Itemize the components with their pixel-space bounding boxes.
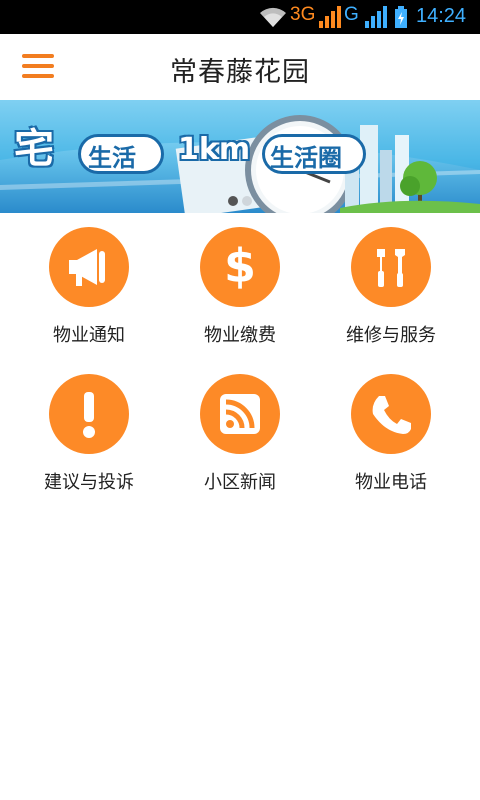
grid-item-label: 建议与投诉 <box>44 472 134 493</box>
grid-item-news[interactable]: 小区新闻 <box>165 360 315 500</box>
grid-item-notice[interactable]: 物业通知 <box>14 213 164 353</box>
banner-dot-active[interactable] <box>228 196 238 206</box>
rss-icon <box>200 374 280 454</box>
network-type-2: G <box>344 4 359 25</box>
grid-item-label: 物业通知 <box>53 325 125 346</box>
banner-dot[interactable] <box>242 196 252 206</box>
network-type-1: 3G <box>290 4 316 25</box>
clock: 14:24 <box>416 5 467 27</box>
banner-text-2: 生活 <box>88 144 136 172</box>
grid-item-repair[interactable]: 维修与服务 <box>316 213 466 353</box>
grid-item-label: 维修与服务 <box>346 325 436 346</box>
banner-text-3: 1km <box>178 132 251 167</box>
grid-item-label: 物业电话 <box>355 472 427 493</box>
dollar-icon: $ <box>200 227 280 307</box>
grid-item-phone[interactable]: 物业电话 <box>316 360 466 500</box>
signal-icon <box>365 6 387 28</box>
svg-text:$: $ <box>224 239 256 293</box>
grid-item-label: 小区新闻 <box>204 472 276 493</box>
tools-icon <box>351 227 431 307</box>
megaphone-icon <box>49 227 129 307</box>
app-header: 常春藤花园 <box>0 34 480 100</box>
exclamation-icon <box>49 374 129 454</box>
grid-item-label: 物业缴费 <box>204 325 276 346</box>
wifi-icon <box>260 7 286 27</box>
banner-text-4: 生活圈 <box>270 144 342 172</box>
banner-text-1: 宅 <box>14 126 54 172</box>
status-bar: 3G G 14:24 <box>0 0 480 34</box>
battery-charging-icon <box>395 6 407 28</box>
grid-item-feedback[interactable]: 建议与投诉 <box>14 360 164 500</box>
phone-icon <box>351 374 431 454</box>
grid-item-payment[interactable]: $ 物业缴费 <box>165 213 315 353</box>
promo-banner[interactable]: 宅 生活 1km 生活圈 <box>0 100 480 213</box>
page-title: 常春藤花园 <box>170 57 310 88</box>
signal-icon <box>319 6 341 28</box>
